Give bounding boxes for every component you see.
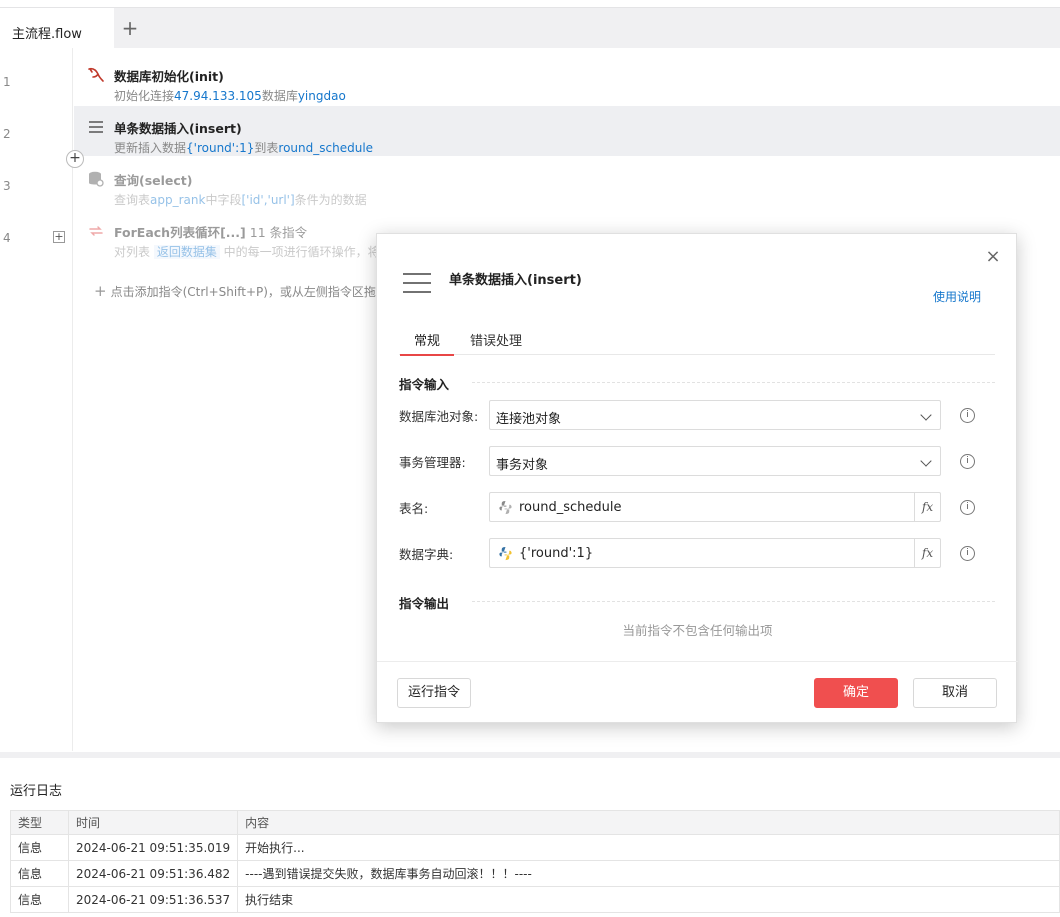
dialog-tabs: 常规 错误处理 — [399, 322, 995, 356]
app-window: 主流程.flow + 1 2 3 4 + 数据库初始化(init) 初始化连接4… — [0, 0, 1060, 917]
step-count: 11 条指令 — [249, 225, 308, 240]
info-icon[interactable]: i — [960, 454, 975, 469]
section-divider — [472, 601, 995, 602]
help-link[interactable]: 使用说明 — [933, 288, 981, 305]
tab-bar: 主流程.flow + — [0, 7, 1060, 49]
add-tab-icon[interactable]: + — [121, 18, 139, 38]
step-description: 更新插入数据{'round':1}到表round_schedule — [114, 141, 374, 155]
table-row[interactable]: 信息 2024-06-21 09:51:36.482 ----遇到错误提交失败，… — [10, 860, 1060, 887]
confirm-button[interactable]: 确定 — [814, 678, 898, 708]
expand-loop-icon[interactable]: + — [53, 231, 65, 243]
dialog-footer: 运行指令 确定 取消 — [377, 661, 1018, 723]
info-icon[interactable]: i — [960, 500, 975, 515]
run-log-panel: 运行日志 类型 时间 内容 信息 2024-06-21 09:51:35.019… — [0, 752, 1060, 917]
table-row[interactable]: 信息 2024-06-21 09:51:36.537 执行结束 — [10, 886, 1060, 913]
step-description: 初始化连接47.94.133.105数据库yingdao — [114, 89, 346, 103]
line-number: 4 — [3, 231, 11, 245]
mysql-dolphin-icon — [88, 67, 104, 82]
info-icon[interactable]: i — [960, 408, 975, 423]
command-dialog: × 单条数据插入(insert) 使用说明 常规 错误处理 指令输入 数据库池对… — [376, 233, 1018, 723]
insert-lines-icon — [89, 121, 103, 133]
line-number: 3 — [3, 179, 11, 193]
insert-lines-icon — [403, 273, 431, 293]
log-content: 执行结束 — [237, 886, 1060, 913]
step-title: 数据库初始化(init) — [114, 69, 224, 84]
log-header-row: 类型 时间 内容 — [10, 810, 1060, 835]
db-pool-select[interactable]: 连接池对象 — [489, 400, 941, 430]
python-icon — [499, 546, 512, 561]
python-icon — [499, 500, 512, 515]
loop-icon — [89, 226, 103, 236]
tab-general[interactable]: 常规 — [399, 330, 455, 356]
section-output-title: 指令输出 — [399, 596, 450, 611]
step-title: 单条数据插入(insert) — [114, 121, 242, 136]
add-icon: + — [94, 282, 107, 300]
step-title: 查询(select) — [114, 173, 193, 188]
log-title: 运行日志 — [10, 784, 63, 799]
log-time: 2024-06-21 09:51:36.482 — [67, 860, 239, 887]
line-number: 1 — [3, 75, 11, 89]
flow-step-insert[interactable]: 单条数据插入(insert) 更新插入数据{'round':1}到表round_… — [74, 106, 1060, 156]
field-label: 数据字典: — [399, 547, 454, 562]
step-description: 查询表app_rank中字段['id','url']条件为的数据 — [114, 193, 367, 207]
line-number: 2 — [3, 127, 11, 141]
column-header: 内容 — [237, 810, 1060, 835]
step-description: 对列表 返回数据集 中的每一项进行循环操作，将 — [114, 245, 380, 259]
section-input-title: 指令输入 — [399, 377, 450, 392]
table-row[interactable]: 信息 2024-06-21 09:51:35.019 开始执行... — [10, 834, 1060, 861]
log-type: 信息 — [10, 834, 69, 861]
tab-main-flow[interactable]: 主流程.flow — [0, 8, 114, 49]
field-label: 事务管理器: — [399, 455, 466, 470]
no-output-message: 当前指令不包含任何输出项 — [622, 623, 773, 638]
column-header: 时间 — [67, 810, 239, 835]
log-type: 信息 — [10, 886, 69, 913]
section-divider — [472, 382, 995, 383]
dialog-title: 单条数据插入(insert) — [449, 273, 582, 288]
log-time: 2024-06-21 09:51:35.019 — [67, 834, 239, 861]
chevron-down-icon — [920, 455, 932, 467]
step-title: ForEach列表循环[...] 11 条指令 — [114, 225, 308, 240]
line-gutter: 1 2 3 4 + — [0, 48, 73, 751]
database-query-icon — [89, 171, 104, 187]
log-time: 2024-06-21 09:51:36.537 — [67, 886, 239, 913]
run-command-button[interactable]: 运行指令 — [397, 678, 471, 708]
flow-step-select[interactable]: 查询(select) 查询表app_rank中字段['id','url']条件为… — [74, 158, 1060, 208]
log-type: 信息 — [10, 860, 69, 887]
add-command-hint[interactable]: + 点击添加指令(Ctrl+Shift+P)，或从左侧指令区拖入 — [94, 282, 388, 300]
cancel-button[interactable]: 取消 — [913, 678, 997, 708]
close-icon[interactable]: × — [984, 246, 1002, 267]
fx-expression-button[interactable]: fx — [914, 493, 940, 521]
field-label: 表名: — [399, 501, 429, 516]
table-name-input[interactable]: round_schedule fx — [489, 492, 941, 522]
chevron-down-icon — [920, 409, 932, 421]
data-dict-input[interactable]: {'round':1} fx — [489, 538, 941, 568]
info-icon[interactable]: i — [960, 546, 975, 561]
field-label: 数据库池对象: — [399, 409, 479, 424]
log-content: ----遇到错误提交失败，数据库事务自动回滚！！！---- — [237, 860, 1060, 887]
log-table: 类型 时间 内容 信息 2024-06-21 09:51:35.019 开始执行… — [10, 810, 1060, 913]
column-header: 类型 — [10, 810, 69, 835]
tab-error-handling[interactable]: 错误处理 — [470, 330, 522, 349]
transaction-manager-select[interactable]: 事务对象 — [489, 446, 941, 476]
flow-step-init[interactable]: 数据库初始化(init) 初始化连接47.94.133.105数据库yingda… — [74, 54, 1060, 104]
log-content: 开始执行... — [237, 834, 1060, 861]
fx-expression-button[interactable]: fx — [914, 539, 940, 567]
